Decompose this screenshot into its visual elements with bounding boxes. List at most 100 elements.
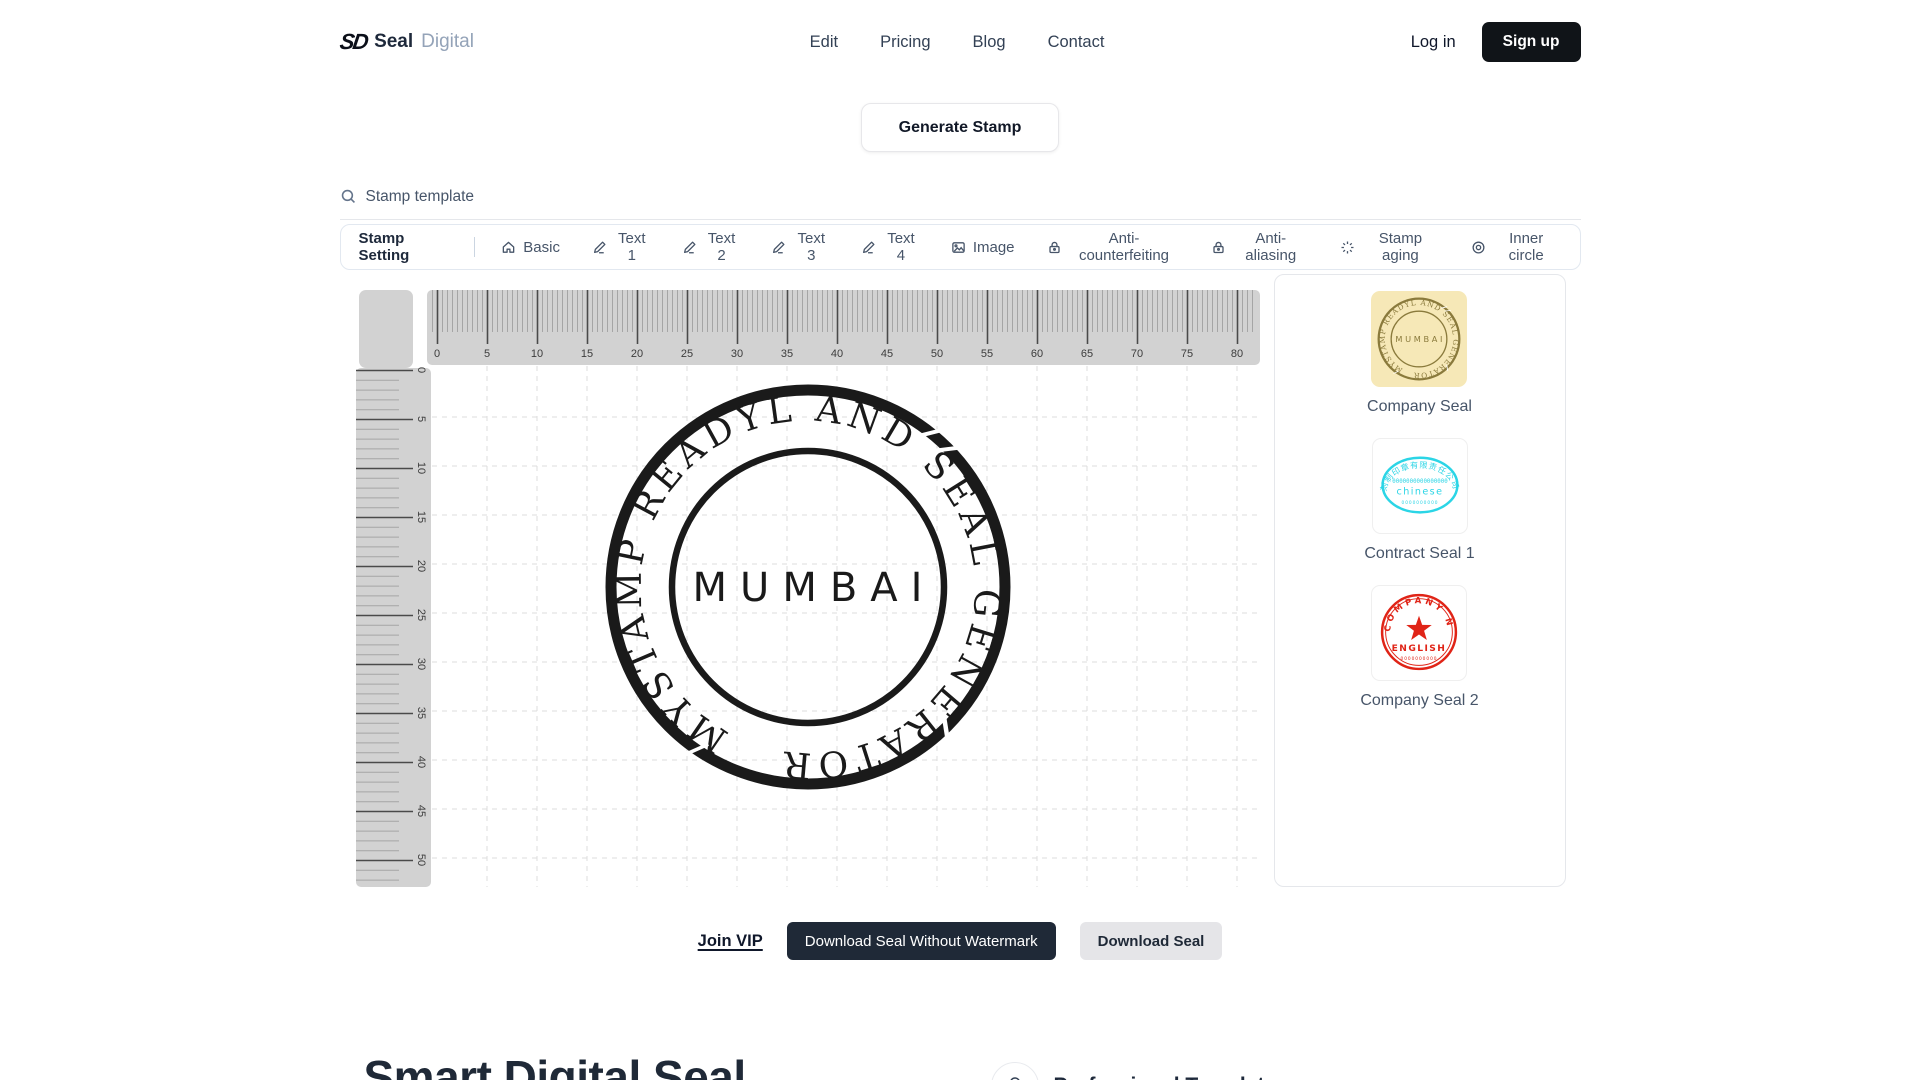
download-seal-button[interactable]: Download Seal [1079, 922, 1223, 960]
template-company-seal[interactable]: Company Seal [1367, 291, 1472, 416]
divider [474, 237, 476, 257]
logo-name: Seal [374, 31, 414, 52]
template-panel: Company Seal 刻制印章有限责任公司 0000000000000000… [1273, 274, 1566, 887]
nav-contact[interactable]: Contact [1048, 33, 1105, 52]
svg-text:30: 30 [730, 348, 742, 360]
tab-text-3[interactable]: Text 3 [755, 225, 845, 269]
svg-text:20: 20 [630, 348, 642, 360]
template-thumbnail: 刻制印章有限责任公司 0000000000000000 chinese 0000… [1371, 438, 1468, 534]
tab-label: Text 4 [887, 230, 915, 264]
svg-text:80: 80 [1230, 348, 1242, 360]
canvas-area: MYSTAMP READYL AND SEAL GENERATOR MUMBAI [355, 290, 1260, 892]
auth-area: Log in Sign up [1411, 22, 1581, 62]
logo[interactable]: SD Seal Digital [338, 29, 474, 55]
lock-icon [1048, 241, 1060, 253]
tab-inner-circle[interactable]: Inner circle [1455, 225, 1576, 269]
svg-text:45: 45 [880, 348, 892, 360]
tab-text-1[interactable]: Text 1 [576, 225, 666, 269]
template-thumbnail: COMPANY NAME ENGLISH 0000000000 [1371, 585, 1468, 681]
tab-label: Text 2 [707, 230, 736, 264]
professional-templates-feature: Professional Templates [990, 1062, 1288, 1080]
company-seal-2-bottom-text: 0000000000 [1401, 656, 1438, 662]
contract-seal-preview: 刻制印章有限责任公司 0000000000000000 chinese 0000… [1378, 456, 1460, 514]
signup-button[interactable]: Sign up [1481, 22, 1581, 62]
join-vip-link[interactable]: Join VIP [698, 932, 763, 951]
company-seal-preview [1377, 296, 1462, 382]
sparkle-icon [1341, 241, 1354, 253]
template-contract-seal-1[interactable]: 刻制印章有限责任公司 0000000000000000 chinese 0000… [1364, 438, 1475, 563]
tab-label: Anti-aliasing [1245, 230, 1297, 264]
nav-edit[interactable]: Edit [810, 33, 838, 52]
search-icon [341, 189, 355, 204]
tab-basic[interactable]: Basic [485, 225, 576, 269]
main-nav: Edit Pricing Blog Contact [810, 0, 1105, 84]
tab-label: Anti-counterfeiting [1078, 230, 1170, 264]
svg-text:10: 10 [415, 462, 427, 474]
svg-text:15: 15 [580, 348, 592, 360]
lock-icon [1213, 241, 1225, 253]
nav-blog[interactable]: Blog [973, 33, 1006, 52]
tab-label: Image [972, 238, 1015, 256]
stamp-preview [608, 389, 1007, 786]
contract-seal-serial: 0000000000000000 [1392, 479, 1448, 485]
svg-text:50: 50 [415, 854, 427, 866]
nav-pricing[interactable]: Pricing [880, 33, 930, 52]
svg-text:5: 5 [483, 348, 489, 360]
header: SD Seal Digital Edit Pricing Blog Contac… [0, 0, 1920, 84]
template-company-seal-2[interactable]: COMPANY NAME ENGLISH 0000000000 Company … [1360, 585, 1479, 710]
template-thumbnail [1371, 291, 1468, 387]
stamp-template-search[interactable]: Stamp template [339, 174, 1581, 220]
svg-text:65: 65 [1080, 348, 1092, 360]
bottom-section: Smart Digital Seal Professional Template… [340, 1050, 1581, 1080]
tab-anti-aliasing[interactable]: Anti-aliasing [1195, 225, 1324, 269]
tab-label: Text 1 [618, 230, 646, 264]
image-icon [952, 241, 965, 253]
bottom-heading: Smart Digital Seal [363, 1051, 747, 1080]
pen-icon [773, 241, 785, 253]
tab-stamp-aging[interactable]: Stamp aging [1324, 225, 1455, 269]
pen-icon [863, 241, 875, 253]
download-without-watermark-button[interactable]: Download Seal Without Watermark [786, 922, 1056, 960]
stamp-icon [1009, 1077, 1020, 1080]
svg-text:30: 30 [415, 658, 427, 670]
login-link[interactable]: Log in [1411, 33, 1456, 52]
tab-text-4[interactable]: Text 4 [845, 225, 935, 269]
inner-circle-icon [1472, 241, 1485, 253]
star-icon [1406, 615, 1433, 640]
download-actions: Join VIP Download Seal Without Watermark… [340, 922, 1581, 960]
svg-text:20: 20 [415, 560, 427, 572]
tabbar-title: Stamp Setting [358, 230, 410, 264]
svg-text:50: 50 [930, 348, 942, 360]
tab-image[interactable]: Image [935, 225, 1031, 269]
logo-suffix: Digital [421, 31, 474, 52]
template-label: Contract Seal 1 [1364, 545, 1475, 562]
stamp-canvas[interactable]: MYSTAMP READYL AND SEAL GENERATOR MUMBAI [355, 290, 1260, 887]
svg-text:25: 25 [415, 609, 427, 621]
feature-icon-circle [990, 1062, 1039, 1080]
contract-seal-center-text: chinese [1396, 487, 1443, 498]
svg-text:55: 55 [980, 348, 992, 360]
svg-text:45: 45 [415, 805, 427, 817]
feature-title: Professional Templates [1054, 1074, 1288, 1080]
svg-text:5: 5 [415, 416, 427, 422]
template-label: Company Seal [1367, 398, 1472, 415]
svg-text:40: 40 [415, 756, 427, 768]
svg-text:10: 10 [530, 348, 542, 360]
contract-seal-bottom-text: 0000000000 [1401, 500, 1438, 506]
tab-text-2[interactable]: Text 2 [666, 225, 756, 269]
tab-label: Basic [523, 238, 560, 256]
tab-label: Stamp aging [1378, 230, 1423, 264]
page: SD Seal Digital Edit Pricing Blog Contac… [0, 0, 1920, 1080]
generate-stamp-button[interactable]: Generate Stamp [860, 103, 1060, 152]
svg-text:60: 60 [1030, 348, 1042, 360]
search-placeholder: Stamp template [365, 187, 475, 205]
tab-anti-counterfeiting[interactable]: Anti-counterfeiting [1031, 225, 1196, 269]
svg-text:0: 0 [433, 348, 439, 360]
svg-text:35: 35 [780, 348, 792, 360]
tab-label: Inner circle [1508, 230, 1544, 264]
svg-text:25: 25 [680, 348, 692, 360]
stamp-settings-tabbar: Stamp Setting Basic Text 1 Text 2 Text 3… [339, 224, 1581, 270]
svg-text:70: 70 [1130, 348, 1142, 360]
svg-text:35: 35 [415, 707, 427, 719]
svg-text:75: 75 [1180, 348, 1192, 360]
